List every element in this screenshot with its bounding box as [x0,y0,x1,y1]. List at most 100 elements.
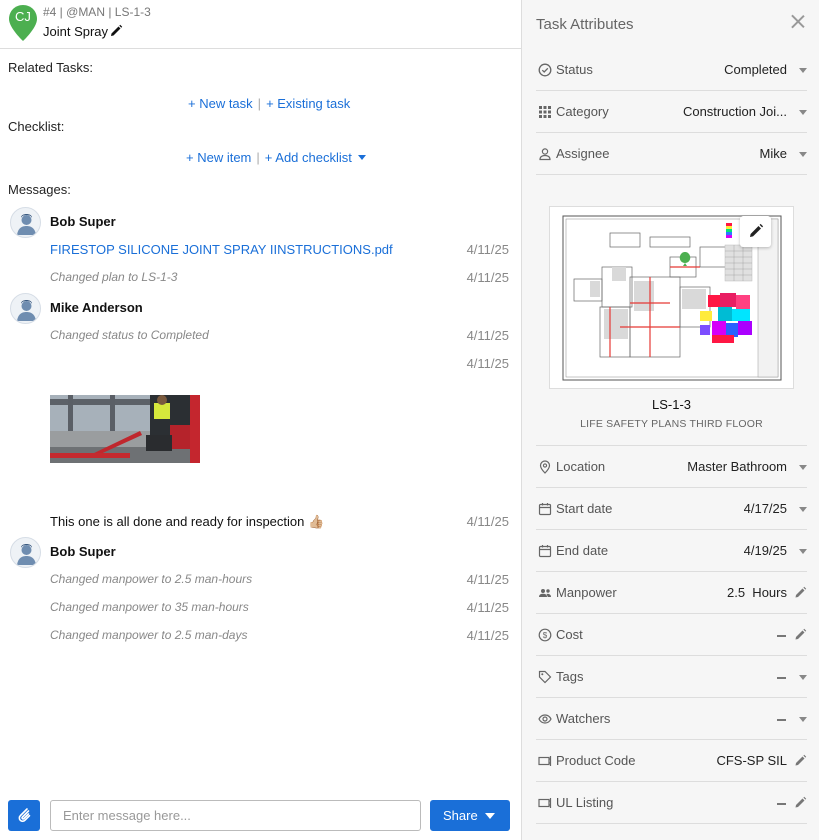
empty-value-dash [777,719,786,721]
edit-plan-button[interactable] [740,216,771,247]
attr-location[interactable]: Location Master Bathroom [536,446,807,488]
existing-task-link[interactable]: + Existing task [266,96,350,111]
attr-label: Watchers [556,711,611,726]
attr-label: UL Listing [556,795,614,810]
new-item-link[interactable]: + New item [186,150,251,165]
attach-button[interactable] [8,800,40,831]
task-meta: #4 | @MAN | LS-1-3 [43,5,151,19]
activity-message: Changed status to Completed [50,328,209,342]
attr-category[interactable]: Category Construction Joi... [536,91,807,133]
user-avatar-icon [10,537,41,568]
status-value: Completed [724,62,787,77]
attr-tags[interactable]: Tags [536,656,807,698]
pencil-icon [750,223,764,237]
attr-cost[interactable]: $ Cost [536,614,807,656]
attr-label: Manpower [556,585,617,600]
empty-value-dash [777,677,786,679]
task-title[interactable]: Joint Spray [43,24,108,39]
activity-message: Changed manpower to 2.5 man-hours [50,572,253,586]
location-pin-icon [539,460,551,474]
message-date: 4/11/25 [466,242,509,257]
attr-product-code[interactable]: Product Code CFS-SP SIL [536,740,807,782]
activity-message: Changed manpower to 2.5 man-days [50,628,248,642]
person-icon [539,148,551,161]
user-avatar-icon [10,207,41,238]
message-photo[interactable] [50,395,200,463]
category-value: Construction Joi... [682,104,787,119]
close-icon[interactable] [790,14,806,30]
pencil-icon[interactable] [794,628,807,641]
chevron-down-icon[interactable] [799,549,807,554]
task-pin-icon: CJ [8,4,38,42]
location-value: Master Bathroom [687,459,787,474]
chevron-down-icon[interactable] [799,110,807,115]
pencil-icon[interactable] [794,754,807,767]
attr-label: Status [556,62,593,77]
attr-label: Cost [556,627,583,642]
message-author: Bob Super [50,544,116,559]
attr-status[interactable]: Status Completed [536,49,807,91]
grid-icon [539,106,551,118]
messages-label: Messages: [8,182,71,197]
product-code-value: CFS-SP SIL [716,753,787,768]
task-detail-pane: CJ #4 | @MAN | LS-1-3 Joint Spray Relate… [0,0,521,840]
chevron-down-icon[interactable] [799,465,807,470]
add-checklist-link[interactable]: + Add checklist [265,150,352,165]
related-tasks-actions: + New task | + Existing task [188,96,351,111]
chevron-down-icon[interactable] [799,68,807,73]
calendar-icon [538,545,552,558]
chevron-down-icon [485,813,495,819]
attr-end-date[interactable]: End date 4/19/25 [536,530,807,572]
empty-value-dash [777,635,786,637]
attr-label: Assignee [556,146,610,161]
chevron-down-icon[interactable] [799,717,807,722]
task-initials: CJ [15,9,31,24]
message-date: 4/11/25 [466,514,509,529]
chevron-down-icon[interactable] [799,507,807,512]
assignee-value: Mike [759,146,787,161]
chevron-down-icon[interactable] [357,155,366,160]
pencil-icon[interactable] [794,586,807,599]
dollar-icon: $ [538,628,552,642]
form-field-icon [538,756,552,766]
task-header: CJ #4 | @MAN | LS-1-3 Joint Spray [0,0,521,49]
message-date: 4/11/25 [466,572,509,587]
task-attributes-panel: Task Attributes Status Completed Categor… [521,0,819,840]
attr-label: Category [556,104,609,119]
eye-icon [538,714,552,724]
message-date: 4/11/25 [466,600,509,615]
edit-title-icon[interactable] [109,24,123,38]
activity-message: Changed plan to LS-1-3 [50,270,178,284]
attr-label: Start date [556,501,613,516]
checklist-actions: + New item | + Add checklist [186,150,366,165]
chevron-down-icon[interactable] [799,675,807,680]
attr-assignee[interactable]: Assignee Mike [536,133,807,175]
start-date-value: 4/17/25 [743,501,787,516]
attachment-link[interactable]: FIRESTOP SILICONE JOINT SPRAY IINSTRUCTI… [50,242,393,257]
share-button[interactable]: Share [430,800,510,831]
plan-description: LIFE SAFETY PLANS THIRD FLOOR [580,418,763,430]
tag-icon [538,670,552,684]
pencil-icon[interactable] [794,796,807,809]
new-task-link[interactable]: + New task [188,96,253,111]
message-text: This one is all done and ready for inspe… [50,514,325,529]
attr-start-date[interactable]: Start date 4/17/25 [536,488,807,530]
activity-message: Changed manpower to 35 man-hours [50,600,249,614]
people-icon [539,589,551,597]
attr-label: Tags [556,669,584,684]
message-date: 4/11/25 [466,328,509,343]
message-input[interactable] [50,800,421,831]
calendar-icon [538,503,552,516]
plan-name[interactable]: LS-1-3 [536,397,807,412]
attr-manpower[interactable]: Manpower 2.5 Hours [536,572,807,614]
plan-thumbnail[interactable] [549,206,794,389]
message-date: 4/11/25 [466,270,509,285]
attr-ul-listing[interactable]: UL Listing [536,782,807,824]
attr-watchers[interactable]: Watchers [536,698,807,740]
chevron-down-icon[interactable] [799,152,807,157]
thumbs-up-icon: 👍🏼 [308,514,325,529]
message-author: Mike Anderson [50,300,143,315]
attr-label: Location [556,459,606,474]
message-author: Bob Super [50,214,116,229]
panel-title: Task Attributes [536,16,634,33]
